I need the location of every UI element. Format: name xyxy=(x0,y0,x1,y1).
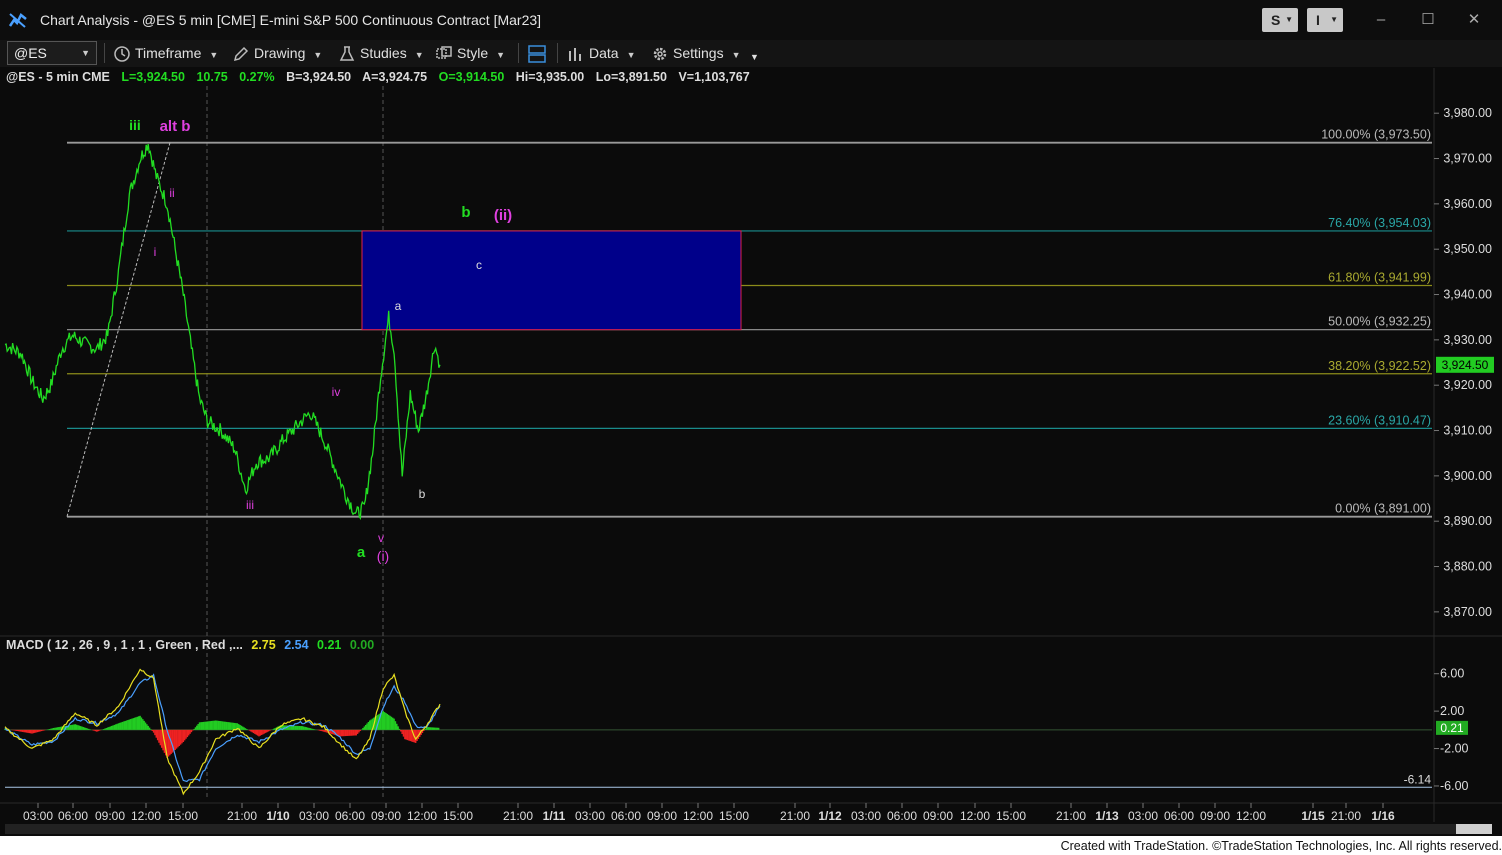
time-tick-label: 15:00 xyxy=(168,809,198,823)
chart-canvas[interactable]: 100.00% (3,973.50) 76.40% (3,954.03) 61.80… xyxy=(0,0,1502,836)
time-tick-label: 03:00 xyxy=(851,809,881,823)
price-tick-label: 3,920.00 xyxy=(1443,378,1492,392)
fib-label: 23.60% (3,910.47) xyxy=(1328,413,1431,427)
time-tick-label: 12:00 xyxy=(131,809,161,823)
wave-label-a-white: a xyxy=(395,299,402,313)
time-tick-label: 09:00 xyxy=(371,809,401,823)
time-tick-label: 06:00 xyxy=(611,809,641,823)
copyright-text: Created with TradeStation. ©TradeStation… xyxy=(1060,839,1502,853)
fib-label: 50.00% (3,932.25) xyxy=(1328,315,1431,329)
macd-tick-label: 2.00 xyxy=(1440,704,1464,718)
time-tick-label: 15:00 xyxy=(719,809,749,823)
time-tick-label: 21:00 xyxy=(780,809,810,823)
macd-value: 2.75 xyxy=(251,638,276,652)
macd-current-value: 0.21 xyxy=(1440,721,1464,735)
time-tick-label: 1/12 xyxy=(818,809,842,823)
macd-title: MACD ( 12 , 26 , 9 , 1 , 1 , Green , Red… xyxy=(6,638,243,652)
time-tick-label: 06:00 xyxy=(335,809,365,823)
macd-min-label: -6.14 xyxy=(1404,772,1432,786)
time-tick-label: 1/16 xyxy=(1371,809,1395,823)
price-tick-label: 3,960.00 xyxy=(1443,197,1492,211)
price-axis[interactable]: 3,980.00 3,970.00 3,960.00 3,950.00 3,940.00… xyxy=(1434,106,1494,619)
wave-label-ii: ii xyxy=(169,186,174,200)
time-tick-label: 09:00 xyxy=(95,809,125,823)
wave-label-iv: iv xyxy=(332,385,341,399)
target-zone-rect[interactable] xyxy=(361,230,742,331)
time-tick-label: 12:00 xyxy=(407,809,437,823)
macd-tick-label: -6.00 xyxy=(1440,779,1469,793)
fib-label: 0.00% (3,891.00) xyxy=(1335,502,1431,516)
wave-label-b-green: b xyxy=(461,204,470,221)
time-tick-label: 06:00 xyxy=(1164,809,1194,823)
wave-label-v: v xyxy=(378,531,384,545)
time-tick-label: 15:00 xyxy=(443,809,473,823)
time-tick-label: 03:00 xyxy=(575,809,605,823)
price-tick-label: 3,890.00 xyxy=(1443,514,1492,528)
signal-value: 2.54 xyxy=(284,638,309,652)
time-tick-label: 09:00 xyxy=(923,809,953,823)
time-tick-label: 1/10 xyxy=(266,809,290,823)
time-tick-label: 15:00 xyxy=(996,809,1026,823)
time-tick-label: 09:00 xyxy=(647,809,677,823)
price-tick-label: 3,880.00 xyxy=(1443,560,1492,574)
scroll-thumb[interactable] xyxy=(1456,824,1492,834)
time-tick-label: 12:00 xyxy=(683,809,713,823)
time-tick-label: 21:00 xyxy=(503,809,533,823)
time-tick-label: 21:00 xyxy=(1331,809,1361,823)
wave-label-a-green: a xyxy=(357,544,366,561)
time-tick-label: 1/15 xyxy=(1301,809,1325,823)
wave-label-iii-purple: iii xyxy=(246,498,254,512)
price-tick-label: 3,980.00 xyxy=(1443,106,1492,120)
wave-label-iii-green: iii xyxy=(129,117,141,133)
wave-labels: iii alt biiiiiiivva (i)abcb (ii) xyxy=(129,117,512,564)
fibonacci-levels: 100.00% (3,973.50) 76.40% (3,954.03) 61.80… xyxy=(67,128,1432,518)
macd-tick-label: 6.00 xyxy=(1440,667,1464,681)
price-tick-label: 3,870.00 xyxy=(1443,605,1492,619)
time-tick-label: 09:00 xyxy=(1200,809,1230,823)
wave-label-wave-i: (i) xyxy=(377,548,389,564)
macd-legend: MACD ( 12 , 26 , 9 , 1 , 1 , Green , Red… xyxy=(6,638,379,652)
time-axis[interactable]: 03:00 06:00 09:00 12:00 15:00 21:00 1/10 03:00 0… xyxy=(23,803,1395,823)
zero-value: 0.00 xyxy=(349,638,375,652)
time-tick-label: 21:00 xyxy=(227,809,257,823)
fib-label: 38.20% (3,922.52) xyxy=(1328,359,1431,373)
wave-label-c-white: c xyxy=(476,258,482,272)
price-tick-label: 3,940.00 xyxy=(1443,288,1492,302)
footer: Created with TradeStation. ©TradeStation… xyxy=(0,836,1502,855)
time-tick-label: 03:00 xyxy=(299,809,329,823)
wave-label-alt-b: alt b xyxy=(160,118,191,135)
last-price-value: 3,924.50 xyxy=(1442,358,1489,372)
time-tick-label: 06:00 xyxy=(58,809,88,823)
fib-label: 76.40% (3,954.03) xyxy=(1328,216,1431,230)
fib-label: 61.80% (3,941.99) xyxy=(1328,271,1431,285)
wave-label-i: i xyxy=(154,245,157,259)
target-zone xyxy=(361,230,742,331)
time-tick-label: 12:00 xyxy=(1236,809,1266,823)
time-tick-label: 1/11 xyxy=(543,809,566,823)
price-tick-label: 3,970.00 xyxy=(1443,152,1492,166)
time-tick-label: 03:00 xyxy=(1128,809,1158,823)
macd-tick-label: -2.00 xyxy=(1440,742,1469,756)
time-tick-label: 1/13 xyxy=(1095,809,1119,823)
price-tick-label: 3,900.00 xyxy=(1443,469,1492,483)
histogram-value: 0.21 xyxy=(317,638,342,652)
price-tick-label: 3,930.00 xyxy=(1443,333,1492,347)
price-tick-label: 3,950.00 xyxy=(1443,242,1492,256)
time-tick-label: 12:00 xyxy=(960,809,990,823)
fib-label: 100.00% (3,973.50) xyxy=(1321,128,1431,142)
macd-pane[interactable]: -6.14 6.00 2.00 -2.00 -6.00 0.21 xyxy=(4,667,1469,796)
time-tick-label: 06:00 xyxy=(887,809,917,823)
macd-line xyxy=(4,668,441,796)
grid xyxy=(0,68,1502,822)
price-tick-label: 3,910.00 xyxy=(1443,424,1492,438)
horizontal-scrollbar[interactable] xyxy=(5,824,1492,834)
price-series xyxy=(4,144,441,521)
time-tick-label: 03:00 xyxy=(23,809,53,823)
wave-label-wave-ii: (ii) xyxy=(494,207,512,224)
wave-label-b-white: b xyxy=(419,487,426,501)
time-tick-label: 21:00 xyxy=(1056,809,1086,823)
